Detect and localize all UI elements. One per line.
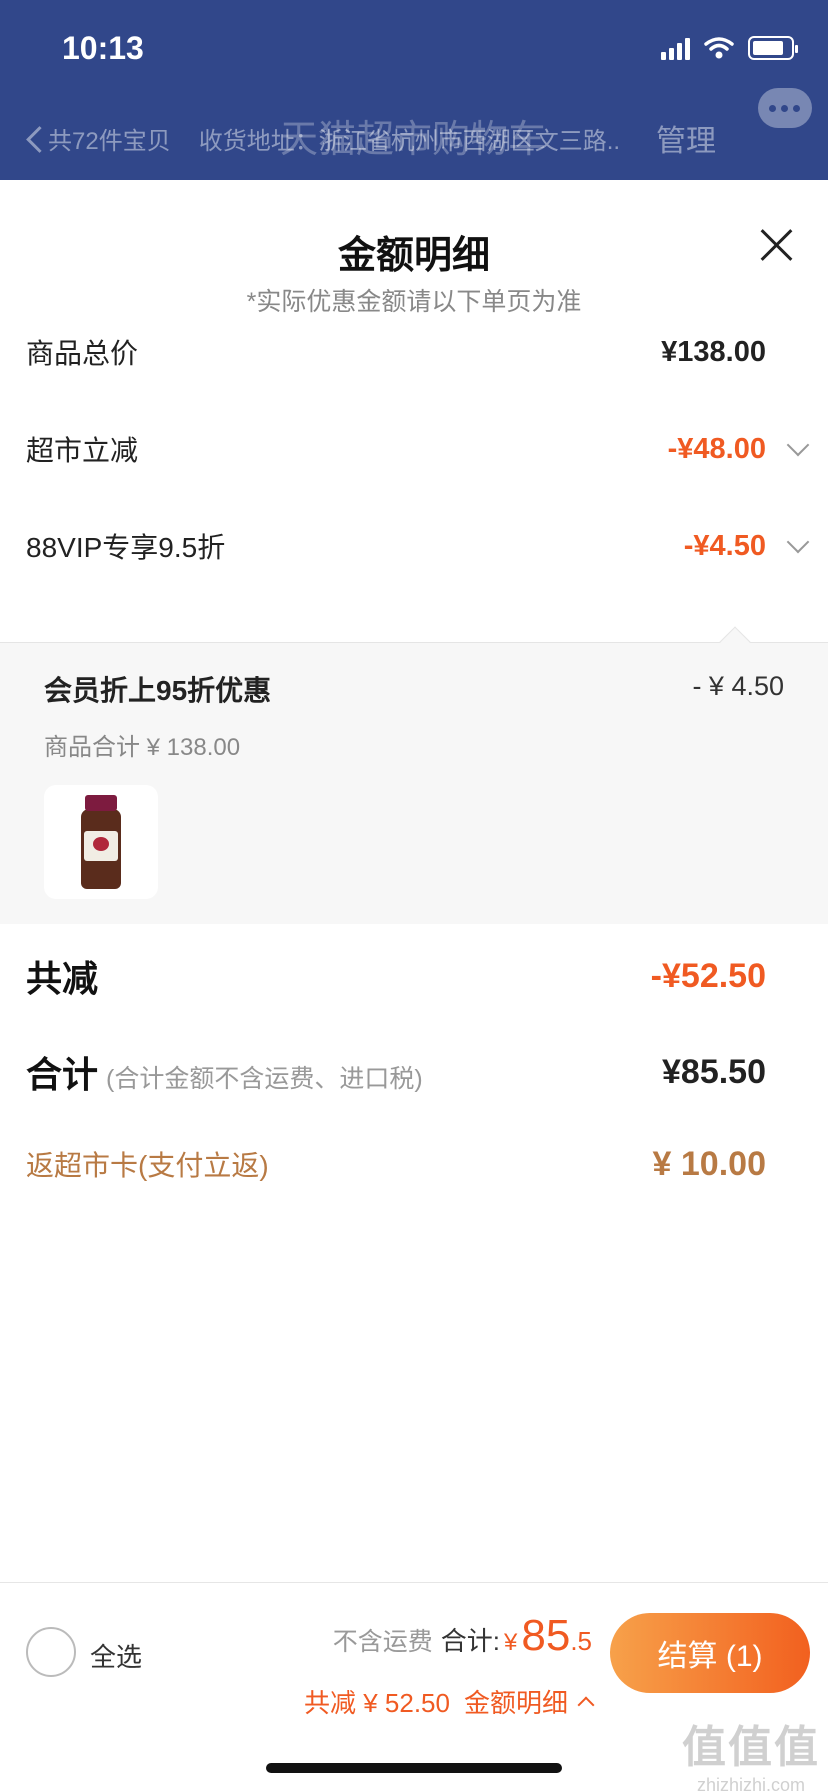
detail-subtotal: 商品合计 ¥ 138.00 (44, 734, 241, 761)
detail-value: - ¥ 4.50 (692, 671, 784, 701)
detail-title: 会员折上95折优惠 (44, 675, 272, 706)
panel-note: *实际优惠金额请以下单页为准 (246, 288, 582, 316)
row-subtotal: 商品总价 ¥138.00 (26, 332, 766, 372)
row-supermarket-discount[interactable]: 超市立减 -¥48.00 (26, 429, 810, 469)
close-icon[interactable] (760, 228, 794, 262)
select-all-label[interactable]: 全选 (90, 1637, 142, 1674)
checkout-bar: 全选 不含运费 合计: ¥ 85 .5 共减 ¥ 52.50 金额明细 结算 (… (0, 1582, 828, 1792)
amount-decimal: .5 (570, 1626, 592, 1656)
checkout-button[interactable]: 结算 (1) (610, 1613, 810, 1693)
panel-title: 金额明细 (337, 235, 490, 277)
excl-shipping-text: 不含运费 (332, 1628, 433, 1656)
vip-discount-detail: 会员折上95折优惠 - ¥ 4.50 商品合计 ¥ 138.00 (0, 626, 828, 924)
total-hint: (合计金额不含运费、进口税) (106, 1065, 423, 1093)
coffee-jar-icon (81, 795, 121, 891)
total-label-group: 合计 (合计金额不含运费、进口税) (26, 1046, 423, 1098)
row-total: 合计 (合计金额不含运费、进口税) ¥85.50 (26, 1046, 766, 1098)
row-value: -¥48.00 (667, 432, 766, 465)
watermark: 值值值 zhizhizhi.com (682, 1711, 820, 1792)
background-header: 10:13 天猫超市购物车 共72件宝贝 收货地址：浙江省杭州市西湖区文三路..… (0, 0, 828, 180)
chevron-down-icon[interactable] (786, 530, 810, 554)
watermark-main: 值值值 (682, 1723, 820, 1772)
total-discount-value: -¥52.50 (650, 956, 766, 995)
watermark-sub: zhizhizhi.com (696, 1775, 806, 1792)
discount-summary[interactable]: 共减 ¥ 52.50 金额明细 (304, 1683, 595, 1720)
discount-text: 共减 ¥ 52.50 (304, 1688, 450, 1718)
total-value: ¥85.50 (662, 1052, 766, 1091)
total-label: 合计 (26, 1054, 99, 1095)
row-label: 超市立减 (26, 435, 139, 466)
sum-label: 合计: (440, 1626, 500, 1656)
product-thumbnail[interactable] (44, 785, 158, 899)
total-discount-label: 共减 (26, 958, 99, 999)
amount-detail-link[interactable]: 金额明细 (464, 1683, 568, 1720)
battery-icon (748, 36, 798, 60)
header-row: 共72件宝贝 收货地址：浙江省杭州市西湖区文三路...单元... 管理 (24, 116, 804, 160)
item-count: 共72件宝贝 (48, 127, 171, 155)
amount-integer: 85 (521, 1611, 571, 1660)
currency-symbol: ¥ (504, 1629, 518, 1656)
row-value: -¥4.50 (683, 529, 766, 562)
row-label: 88VIP专享9.5折 (26, 532, 226, 563)
pointer-arrow (719, 626, 751, 658)
row-value: ¥138.00 (661, 335, 766, 368)
signal-icon (661, 36, 690, 60)
home-indicator (266, 1763, 562, 1773)
chevron-down-icon[interactable] (786, 433, 810, 457)
row-label: 商品总价 (26, 338, 139, 369)
sum-line: 不含运费 合计: ¥ 85 .5 (333, 1611, 592, 1661)
row-total-discount: 共减 -¥52.50 (26, 950, 766, 1002)
select-all-checkbox[interactable] (26, 1627, 76, 1677)
manage-button[interactable]: 管理 (656, 116, 716, 160)
rebate-label: 返超市卡(支付立返) (26, 1150, 269, 1181)
chat-icon[interactable] (758, 88, 812, 128)
status-icons (661, 36, 798, 60)
rebate-value: ¥ 10.00 (652, 1144, 766, 1183)
chevron-up-icon[interactable] (577, 1696, 595, 1713)
cart-screen: 10:13 天猫超市购物车 共72件宝贝 收货地址：浙江省杭州市西湖区文三路..… (0, 0, 828, 1792)
address-text[interactable]: 收货地址：浙江省杭州市西湖区文三路...单元... (199, 121, 619, 156)
status-time: 10:13 (62, 30, 144, 66)
amount-detail-panel: 金额明细 *实际优惠金额请以下单页为准 商品总价 ¥138.00 超市立减 -¥… (0, 180, 828, 1580)
back-icon[interactable] (24, 124, 44, 152)
wifi-icon (704, 37, 734, 59)
row-rebate: 返超市卡(支付立返) ¥ 10.00 (26, 1144, 766, 1184)
row-vip-discount[interactable]: 88VIP专享9.5折 -¥4.50 (26, 526, 810, 566)
